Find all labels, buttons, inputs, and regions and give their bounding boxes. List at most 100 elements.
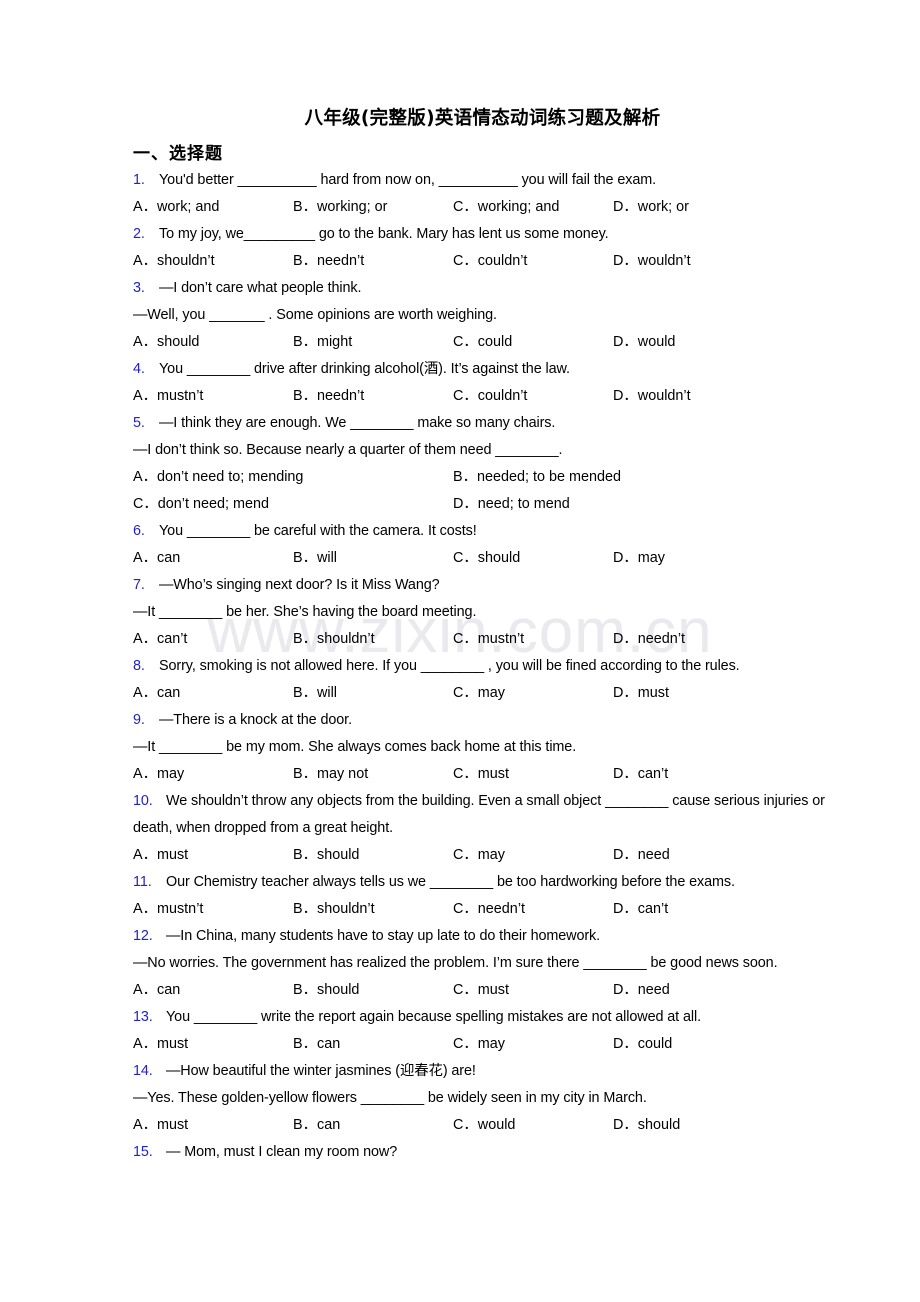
option-label: can’t (637, 901, 669, 917)
answer-option[interactable]: C．could (453, 329, 613, 356)
option-letter: C． (453, 982, 478, 998)
question-text: —Who’s singing next door? Is it Miss Wan… (159, 577, 440, 593)
question-block: 13. You ________ write the report again b… (133, 1004, 832, 1058)
option-letter: D． (613, 253, 638, 269)
question-text: —Yes. These golden-yellow flowers ______… (133, 1090, 647, 1106)
answer-option[interactable]: B．might (293, 329, 453, 356)
answer-option[interactable]: C．couldn’t (453, 383, 613, 410)
question-text: Sorry, smoking is not allowed here. If y… (159, 658, 740, 674)
option-letter: D． (613, 388, 638, 404)
option-label: work; and (157, 199, 220, 215)
question-block: 7. —Who’s singing next door? Is it Miss W… (133, 572, 832, 653)
answer-option[interactable]: B．can (293, 1112, 453, 1139)
answer-option[interactable]: B．should (293, 977, 453, 1004)
option-label: may (477, 1036, 505, 1052)
answer-option[interactable]: C．should (453, 545, 613, 572)
answer-option[interactable]: D．need (613, 842, 670, 869)
answer-option[interactable]: A．can (133, 680, 293, 707)
option-label: might (317, 334, 353, 350)
answer-option[interactable]: C．must (453, 977, 613, 1004)
answer-option[interactable]: D．may (613, 545, 665, 572)
option-letter: B． (293, 685, 317, 701)
answer-option[interactable]: D．must (613, 680, 669, 707)
option-letter: D． (613, 1036, 638, 1052)
answer-option[interactable]: A．work; and (133, 194, 293, 221)
answer-option[interactable]: D．needn’t (613, 626, 685, 653)
question-block: 15. — Mom, must I clean my room now? (133, 1139, 832, 1166)
option-letter: B． (293, 982, 317, 998)
question-stem: 3. —I don’t care what people think. (133, 275, 832, 302)
answer-option[interactable]: D．wouldn’t (613, 383, 691, 410)
answer-option[interactable]: A．can (133, 545, 293, 572)
question-stem: 15. — Mom, must I clean my room now? (133, 1139, 832, 1166)
answer-option[interactable]: B．shouldn’t (293, 896, 453, 923)
option-letter: C． (453, 1036, 478, 1052)
option-letter: B． (293, 334, 317, 350)
answer-option[interactable]: C．may (453, 842, 613, 869)
option-label: may (157, 766, 185, 782)
option-letter: A． (133, 388, 157, 404)
answer-option[interactable]: B．can (293, 1031, 453, 1058)
answer-option[interactable]: A．mustn’t (133, 896, 293, 923)
option-row: A．can’t B．shouldn’t C．mustn’t D．needn’t (133, 626, 832, 653)
answer-option[interactable]: C．mustn’t (453, 626, 613, 653)
option-label: must (157, 1036, 189, 1052)
answer-option[interactable]: D．should (613, 1112, 680, 1139)
answer-option[interactable]: B．needn’t (293, 383, 453, 410)
answer-option[interactable]: C．working; and (453, 194, 613, 221)
answer-option[interactable]: B．will (293, 545, 453, 572)
answer-option[interactable]: A．can’t (133, 626, 293, 653)
question-block: 12. —In China, many students have to stay… (133, 923, 832, 1004)
answer-option[interactable]: B．needn’t (293, 248, 453, 275)
option-label: wouldn’t (637, 253, 691, 269)
answer-option[interactable]: C．may (453, 680, 613, 707)
answer-option[interactable]: D．would (613, 329, 675, 356)
answer-option[interactable]: A．must (133, 842, 293, 869)
option-label: would (637, 334, 676, 350)
answer-option[interactable]: A．must (133, 1112, 293, 1139)
answer-option[interactable]: B．shouldn’t (293, 626, 453, 653)
question-block: 1. You'd better __________ hard from now … (133, 167, 832, 221)
answer-option[interactable]: A．should (133, 329, 293, 356)
answer-option[interactable]: D．need (613, 977, 670, 1004)
question-stem-continued: —I don’t think so. Because nearly a quar… (133, 437, 832, 464)
option-letter: D． (613, 901, 638, 917)
question-stem: 13. You ________ write the report again b… (133, 1004, 832, 1031)
answer-option[interactable]: B．will (293, 680, 453, 707)
answer-option[interactable]: C．would (453, 1112, 613, 1139)
answer-option[interactable]: C．may (453, 1031, 613, 1058)
answer-option[interactable]: B．may not (293, 761, 453, 788)
option-row: A．may B．may not C．must D．can’t (133, 761, 832, 788)
answer-option[interactable]: A．shouldn’t (133, 248, 293, 275)
option-label: should (157, 334, 200, 350)
option-letter: A． (133, 1036, 157, 1052)
answer-option[interactable]: D．can’t (613, 896, 668, 923)
question-number: 2. (133, 226, 145, 242)
question-number: 4. (133, 361, 145, 377)
option-letter: A． (133, 847, 157, 863)
answer-option[interactable]: A．mustn’t (133, 383, 293, 410)
question-text: —I don’t think so. Because nearly a quar… (133, 442, 563, 458)
answer-option[interactable]: C．don’t need; mend (133, 491, 453, 518)
answer-option[interactable]: B．should (293, 842, 453, 869)
answer-option[interactable]: A．can (133, 977, 293, 1004)
answer-option[interactable]: A．may (133, 761, 293, 788)
answer-option[interactable]: D．need; to mend (453, 491, 570, 518)
answer-option[interactable]: D．work; or (613, 194, 689, 221)
question-number: 11. (133, 874, 152, 890)
answer-option[interactable]: D．can’t (613, 761, 668, 788)
answer-option[interactable]: B．needed; to be mended (453, 464, 621, 491)
question-number: 7. (133, 577, 145, 593)
answer-option[interactable]: C．couldn’t (453, 248, 613, 275)
answer-option[interactable]: B．working; or (293, 194, 453, 221)
option-label: must (157, 847, 189, 863)
answer-option[interactable]: C．needn’t (453, 896, 613, 923)
question-text: —I don’t care what people think. (159, 280, 362, 296)
option-letter: C． (453, 199, 478, 215)
answer-option[interactable]: C．must (453, 761, 613, 788)
option-row: A．don’t need to; mending B．needed; to be … (133, 464, 832, 491)
answer-option[interactable]: D．wouldn’t (613, 248, 691, 275)
answer-option[interactable]: A．must (133, 1031, 293, 1058)
answer-option[interactable]: A．don’t need to; mending (133, 464, 453, 491)
answer-option[interactable]: D．could (613, 1031, 672, 1058)
